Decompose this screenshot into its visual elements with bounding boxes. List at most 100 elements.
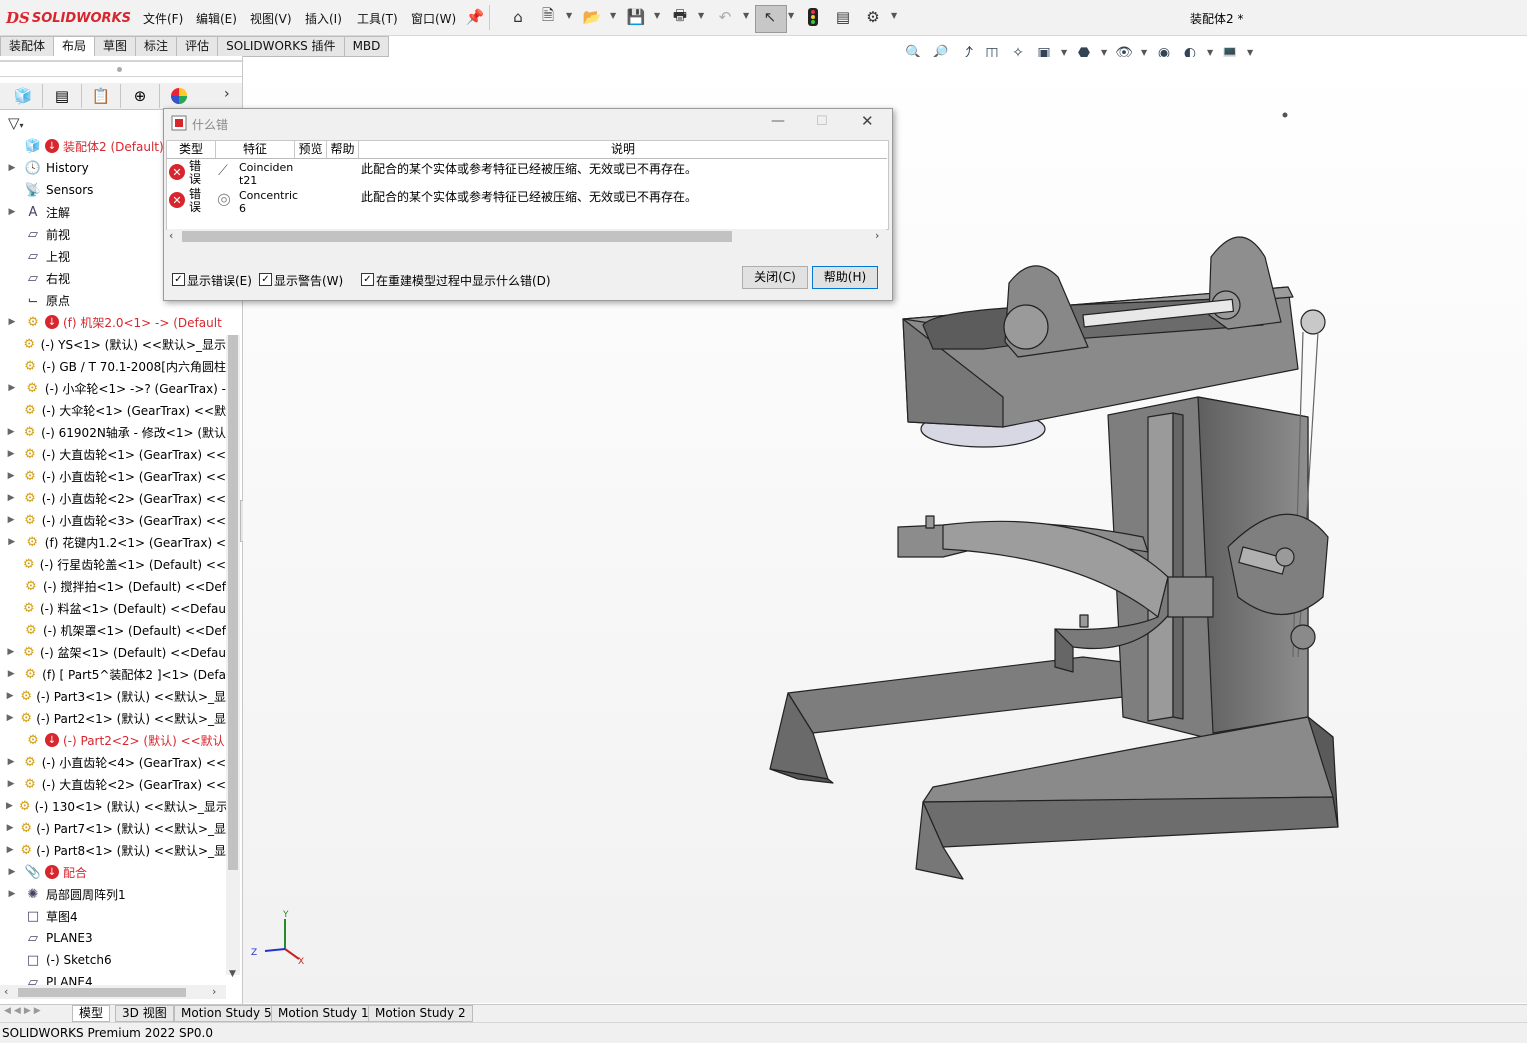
chevron-down-icon[interactable]: ▼ (1101, 48, 1107, 57)
feature-manager-tab-icon[interactable]: 🧊 (4, 84, 43, 108)
tree-item[interactable]: ⚙ (-) 大伞轮<1> (GearTrax) <<默 (0, 399, 226, 421)
tree-item[interactable]: □ (-) Sketch6 (0, 949, 226, 971)
chevron-down-icon[interactable]: ▼ (566, 11, 572, 20)
scroll-left-icon[interactable]: ‹ (4, 985, 8, 998)
chevron-down-icon[interactable]: ▼ (1141, 48, 1147, 57)
tab-sketch[interactable]: 草图 (95, 36, 137, 57)
chevron-right-icon[interactable]: › (224, 86, 230, 102)
maximize-icon[interactable]: ☐ (816, 114, 828, 129)
tree-item[interactable]: ⚙ (-) YS<1> (默认) <<默认>_显示 (0, 333, 226, 355)
tab-markup[interactable]: 标注 (136, 36, 178, 57)
expand-arrow-icon[interactable]: ▶ (6, 889, 18, 899)
tree-item[interactable]: ▶ ⚙ (-) 小直齿轮<3> (GearTrax) << (0, 509, 226, 531)
print-icon[interactable]: 🖶 (670, 6, 690, 27)
open-folder-icon[interactable]: 📂 (582, 7, 602, 27)
expand-arrow-icon[interactable]: ▶ (6, 427, 16, 437)
chevron-down-icon[interactable]: ▼ (654, 11, 660, 20)
tree-item[interactable]: ▶ ⚙ (-) 盆架<1> (Default) <<Defau (0, 641, 226, 663)
scrollbar-thumb[interactable] (228, 335, 238, 870)
tree-item[interactable]: ▶ ⚙ (-) Part3<1> (默认) <<默认>_显 (0, 685, 226, 707)
tree-item[interactable]: ▶ ⚙ (f) 花键内1.2<1> (GearTrax) < (0, 531, 226, 553)
tab-3d-views[interactable]: 3D 视图 (115, 1005, 174, 1022)
expand-arrow-icon[interactable]: ▶ (6, 801, 13, 811)
menu-file[interactable]: 文件(F) (143, 10, 183, 27)
tab-mbd[interactable]: MBD (344, 36, 390, 57)
scroll-right-icon[interactable]: › (212, 985, 216, 998)
menu-window[interactable]: 窗口(W) (411, 10, 456, 27)
expand-arrow-icon[interactable]: ▶ (6, 537, 18, 547)
tree-item[interactable]: ▶ ⚙ (-) 小直齿轮<2> (GearTrax) << (0, 487, 226, 509)
column-header-feature[interactable]: 特征 (216, 141, 295, 158)
tree-item[interactable]: ▶ ⚙ (-) 大直齿轮<2> (GearTrax) << (0, 773, 226, 795)
expand-arrow-icon[interactable]: ▶ (6, 713, 14, 723)
tree-item[interactable]: ⚙ (-) 搅拌拍<1> (Default) <<Def (0, 575, 226, 597)
chevron-down-icon[interactable]: ▼ (743, 11, 749, 20)
tree-item[interactable]: ▶ ⚙ (-) 小直齿轮<4> (GearTrax) << (0, 751, 226, 773)
tree-item[interactable]: ▶ ⚙ (f) [ Part5^装配体2 ]<1> (Defa (0, 663, 226, 685)
chevron-down-icon[interactable]: ▼ (1207, 48, 1213, 57)
column-header-type[interactable]: 类型 (167, 141, 216, 158)
expand-arrow-icon[interactable]: ▶ (6, 779, 16, 789)
expand-arrow-icon[interactable]: ▶ (6, 471, 16, 481)
show-warnings-checkbox[interactable]: ✓ (259, 273, 272, 286)
tree-item[interactable]: ▶ 📎 ↓ 配合 (0, 861, 226, 883)
scroll-right-icon[interactable]: › (875, 229, 879, 242)
column-header-help[interactable]: 帮助 (327, 141, 359, 158)
tree-item[interactable]: ⚙ ↓ (-) Part2<2> (默认) <<默认 (0, 729, 226, 751)
save-icon[interactable]: 💾 (626, 7, 646, 27)
tree-item[interactable]: ▶ ⚙ (-) 61902N轴承 - 修改<1> (默认 (0, 421, 226, 443)
tree-item[interactable]: ▶ ⚙ (-) 大直齿轮<1> (GearTrax) << (0, 443, 226, 465)
expand-arrow-icon[interactable]: ▶ (6, 207, 18, 217)
expand-arrow-icon[interactable]: ▶ (6, 823, 14, 833)
scroll-left-icon[interactable]: ‹ (169, 229, 173, 242)
minimize-icon[interactable]: — (771, 113, 785, 129)
tree-item[interactable]: ▶ ⚙ ↓ (f) 机架2.0<1> -> (Default (0, 311, 226, 333)
tab-addins[interactable]: SOLIDWORKS 插件 (218, 36, 345, 57)
tree-item[interactable]: ⚙ (-) 行星齿轮盖<1> (Default) << (0, 553, 226, 575)
show-during-rebuild-checkbox[interactable]: ✓ (361, 273, 374, 286)
chevron-down-icon[interactable]: ▼ (698, 11, 704, 20)
pin-icon[interactable]: 📌 (465, 7, 485, 27)
gear-icon[interactable]: ⚙ (863, 7, 883, 27)
new-document-icon[interactable]: 🗎 (538, 6, 558, 27)
tree-item[interactable]: ▶ ✺ 局部圆周阵列1 (0, 883, 226, 905)
dimxpert-tab-icon[interactable]: ⊕ (121, 84, 160, 108)
scrollbar-thumb[interactable] (18, 988, 186, 997)
close-button[interactable]: 关闭(C) (742, 266, 808, 289)
file-properties-icon[interactable]: ▤ (833, 7, 853, 27)
display-manager-tab-icon[interactable] (160, 84, 198, 108)
tab-model[interactable]: 模型 (72, 1005, 111, 1022)
close-icon[interactable]: ✕ (861, 112, 874, 130)
tab-evaluate[interactable]: 评估 (177, 36, 219, 57)
tree-item[interactable]: ▶ ⚙ (-) Part2<1> (默认) <<默认>_显 (0, 707, 226, 729)
scrollbar-thumb[interactable] (182, 231, 732, 242)
expand-arrow-icon[interactable]: ▶ (6, 691, 14, 701)
home-icon[interactable]: ⌂ (508, 7, 528, 27)
tab-assembly[interactable]: 装配体 (0, 36, 55, 57)
tree-item[interactable]: ▶ ⚙ (-) Part7<1> (默认) <<默认>_显 (0, 817, 226, 839)
tab-motion-study-2[interactable]: Motion Study 2 (368, 1005, 473, 1022)
tab-nav-arrows-icon[interactable]: ◀◀▶▶ (4, 1006, 44, 1016)
chevron-down-icon[interactable]: ▼ (891, 11, 897, 20)
column-header-preview[interactable]: 预览 (295, 141, 327, 158)
expand-arrow-icon[interactable]: ▶ (6, 163, 18, 173)
chevron-down-icon[interactable]: ▼ (610, 11, 616, 20)
menu-edit[interactable]: 编辑(E) (196, 10, 237, 27)
tree-item[interactable]: ▶ ⚙ (-) 小伞轮<1> ->? (GearTrax) - (0, 377, 226, 399)
expand-arrow-icon[interactable]: ▶ (6, 647, 16, 657)
tree-item[interactable]: ▱ PLANE3 (0, 927, 226, 949)
tab-motion-study-5[interactable]: Motion Study 5 (174, 1005, 279, 1022)
column-header-description[interactable]: 说明 (359, 141, 887, 158)
expand-arrow-icon[interactable]: ▶ (6, 669, 16, 679)
tree-item[interactable]: ▶ ⚙ (-) 130<1> (默认) <<默认>_显示 (0, 795, 226, 817)
help-button[interactable]: 帮助(H) (812, 266, 878, 289)
tab-motion-study-1[interactable]: Motion Study 1 (271, 1005, 376, 1022)
menu-insert[interactable]: 插入(I) (305, 10, 342, 27)
expand-arrow-icon[interactable]: ▶ (6, 317, 18, 327)
tree-item[interactable]: ▶ ⚙ (-) 小直齿轮<1> (GearTrax) << (0, 465, 226, 487)
menu-view[interactable]: 视图(V) (250, 10, 292, 27)
filter-icon[interactable]: ▽▾ (8, 114, 24, 132)
expand-arrow-icon[interactable]: ▶ (6, 449, 16, 459)
configuration-manager-tab-icon[interactable]: 📋 (82, 84, 121, 108)
expand-arrow-icon[interactable]: ▶ (6, 867, 18, 877)
